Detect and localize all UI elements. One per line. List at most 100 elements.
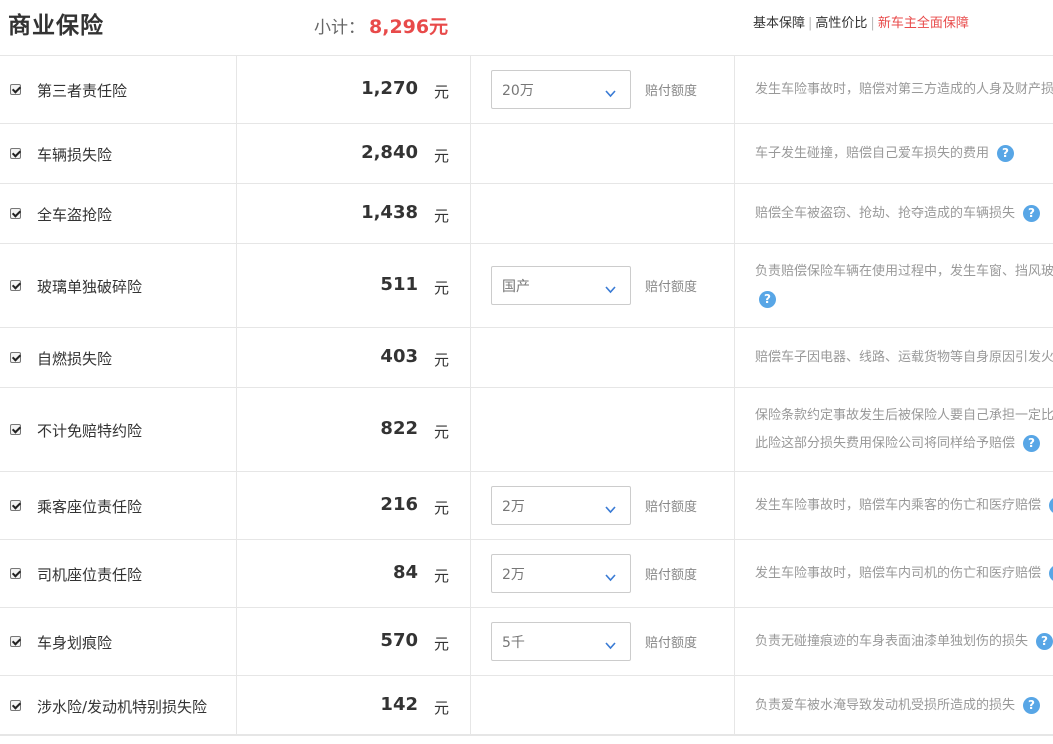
price-cell: 84 元 (238, 540, 471, 607)
price-cell: 216 元 (238, 472, 471, 539)
question-circle-icon[interactable]: ? (1049, 565, 1053, 582)
question-circle-icon[interactable]: ? (759, 291, 776, 308)
coverage-amount-select[interactable]: 2万 (491, 486, 631, 525)
coverage-description: 负责无碰撞痕迹的车身表面油漆单独划伤的损失? (755, 628, 1053, 656)
coverage-checkbox[interactable] (10, 84, 21, 95)
price-cell: 1,438 元 (238, 184, 471, 243)
coverage-price: 1,438 (361, 202, 418, 223)
coverage-amount-select[interactable]: 2万 (491, 554, 631, 593)
subtotal-label: 小计： (314, 18, 365, 38)
question-circle-icon[interactable]: ? (1036, 633, 1053, 650)
checkbox-cell (8, 388, 28, 471)
table-row: 车辆损失险 2,840 元 车子发生碰撞，赔偿自己爱车损失的费用? (0, 124, 1053, 184)
option-cell (471, 124, 735, 183)
currency-unit: 元 (434, 279, 450, 297)
price-cell: 142 元 (238, 676, 471, 735)
plan-tab-basic[interactable]: 基本保障 (753, 16, 805, 31)
coverage-description: 发生车险事故时，赔偿车内司机的伤亡和医疗赔偿? (755, 560, 1053, 588)
currency-unit: 元 (434, 499, 450, 517)
chevron-down-icon (605, 84, 616, 98)
description-text: 负责赔偿保险车辆在使用过程中，发生车窗、挡风玻璃 (755, 264, 1053, 279)
coverage-name: 车辆损失险 (37, 146, 113, 164)
coverage-price: 2,840 (361, 142, 418, 163)
name-cell: 车身划痕险 (37, 608, 237, 675)
coverage-name: 车身划痕险 (37, 634, 113, 652)
coverage-name: 玻璃单独破碎险 (37, 278, 143, 296)
name-cell: 司机座位责任险 (37, 540, 237, 607)
name-cell: 车辆损失险 (37, 124, 237, 183)
description-cell: 发生车险事故时，赔偿车内司机的伤亡和医疗赔偿? (735, 540, 1053, 607)
checkbox-cell (8, 328, 28, 387)
table-row: 车身划痕险 570 元 5千 赔付额度 负责无碰撞痕迹的车身表面油漆单独划伤的损… (0, 608, 1053, 676)
question-circle-icon[interactable]: ? (1023, 435, 1041, 452)
plan-tab-value[interactable]: 高性价比 (815, 16, 867, 31)
currency-unit: 元 (434, 351, 450, 369)
plan-separator: | (870, 16, 875, 31)
coverage-amount-label: 赔付额度 (645, 568, 698, 583)
description-text: 负责无碰撞痕迹的车身表面油漆单独划伤的损失 (755, 634, 1029, 649)
coverage-checkbox[interactable] (10, 424, 21, 435)
plan-separator: | (808, 16, 813, 31)
checkbox-cell (8, 56, 28, 123)
checkbox-cell (8, 540, 28, 607)
coverage-checkbox[interactable] (10, 568, 21, 579)
name-cell: 不计免赔特约险 (37, 388, 237, 471)
option-cell: 5千 赔付额度 (471, 608, 735, 675)
checkbox-cell (8, 608, 28, 675)
option-cell (471, 184, 735, 243)
coverage-checkbox[interactable] (10, 280, 21, 291)
coverage-price: 216 (380, 494, 418, 515)
option-cell (471, 676, 735, 735)
coverage-checkbox[interactable] (10, 352, 21, 363)
coverage-amount-select[interactable]: 国产 (491, 266, 631, 305)
select-value: 国产 (502, 279, 530, 295)
description-text: 保险条款约定事故发生后被保险人要自己承担一定比例 (755, 408, 1053, 423)
select-value: 5千 (502, 635, 525, 651)
coverage-description: 发生车险事故时，赔偿车内乘客的伤亡和医疗赔偿? (755, 492, 1053, 520)
coverage-checkbox[interactable] (10, 636, 21, 647)
coverage-price: 570 (380, 630, 418, 651)
name-cell: 全车盗抢险 (37, 184, 237, 243)
coverage-price: 511 (380, 274, 418, 295)
coverage-description: 赔偿全车被盗窃、抢劫、抢夺造成的车辆损失? (755, 200, 1053, 228)
description-text: 此险这部分损失费用保险公司将同样给予赔偿 (755, 436, 1016, 451)
question-circle-icon[interactable]: ? (997, 145, 1015, 162)
table-bottom-border (0, 734, 1053, 744)
description-cell: 车子发生碰撞，赔偿自己爱车损失的费用? (735, 124, 1053, 183)
checkbox-cell (8, 184, 28, 243)
checkbox-cell (8, 472, 28, 539)
coverage-checkbox[interactable] (10, 148, 21, 159)
coverage-amount-label: 赔付额度 (645, 280, 698, 295)
checkbox-cell (8, 244, 28, 327)
coverage-amount-select[interactable]: 20万 (491, 70, 631, 109)
coverage-checkbox[interactable] (10, 700, 21, 711)
description-text: 负责爱车被水淹导致发动机受损所造成的损失 (755, 698, 1016, 713)
table-row: 司机座位责任险 84 元 2万 赔付额度 发生车险事故时，赔偿车内司机的伤亡和医… (0, 540, 1053, 608)
description-text: 车子发生碰撞，赔偿自己爱车损失的费用 (755, 146, 990, 161)
option-cell (471, 328, 735, 387)
checkbox-cell (8, 676, 28, 735)
option-cell (471, 388, 735, 471)
coverage-checkbox[interactable] (10, 208, 21, 219)
coverage-name: 全车盗抢险 (37, 206, 113, 224)
description-cell: 负责赔偿保险车辆在使用过程中，发生车窗、挡风玻璃? (735, 244, 1053, 327)
question-circle-icon[interactable]: ? (1049, 497, 1053, 514)
chevron-down-icon (605, 568, 616, 582)
plan-tabs: 基本保障 | 高性价比 | 新车主全面保障 (753, 12, 969, 31)
coverage-description: 车子发生碰撞，赔偿自己爱车损失的费用? (755, 140, 1053, 168)
insurance-table: 第三者责任险 1,270 元 20万 赔付额度 发生车险事故时，赔偿对第三方造成… (0, 56, 1053, 736)
coverage-amount-select[interactable]: 5千 (491, 622, 631, 661)
question-circle-icon[interactable]: ? (1023, 697, 1041, 714)
description-cell: 赔偿车子因电器、线路、运载货物等自身原因引发火灾? (735, 328, 1053, 387)
coverage-name: 不计免赔特约险 (37, 422, 143, 440)
name-cell: 玻璃单独破碎险 (37, 244, 237, 327)
table-row: 自燃损失险 403 元 赔偿车子因电器、线路、运载货物等自身原因引发火灾? (0, 328, 1053, 388)
price-cell: 511 元 (238, 244, 471, 327)
description-cell: 发生车险事故时，赔偿车内乘客的伤亡和医疗赔偿? (735, 472, 1053, 539)
description-text: 发生车险事故时，赔偿车内司机的伤亡和医疗赔偿 (755, 566, 1042, 581)
question-circle-icon[interactable]: ? (1023, 205, 1041, 222)
plan-tab-new-owner[interactable]: 新车主全面保障 (878, 16, 969, 31)
name-cell: 自燃损失险 (37, 328, 237, 387)
chevron-down-icon (605, 500, 616, 514)
coverage-checkbox[interactable] (10, 500, 21, 511)
